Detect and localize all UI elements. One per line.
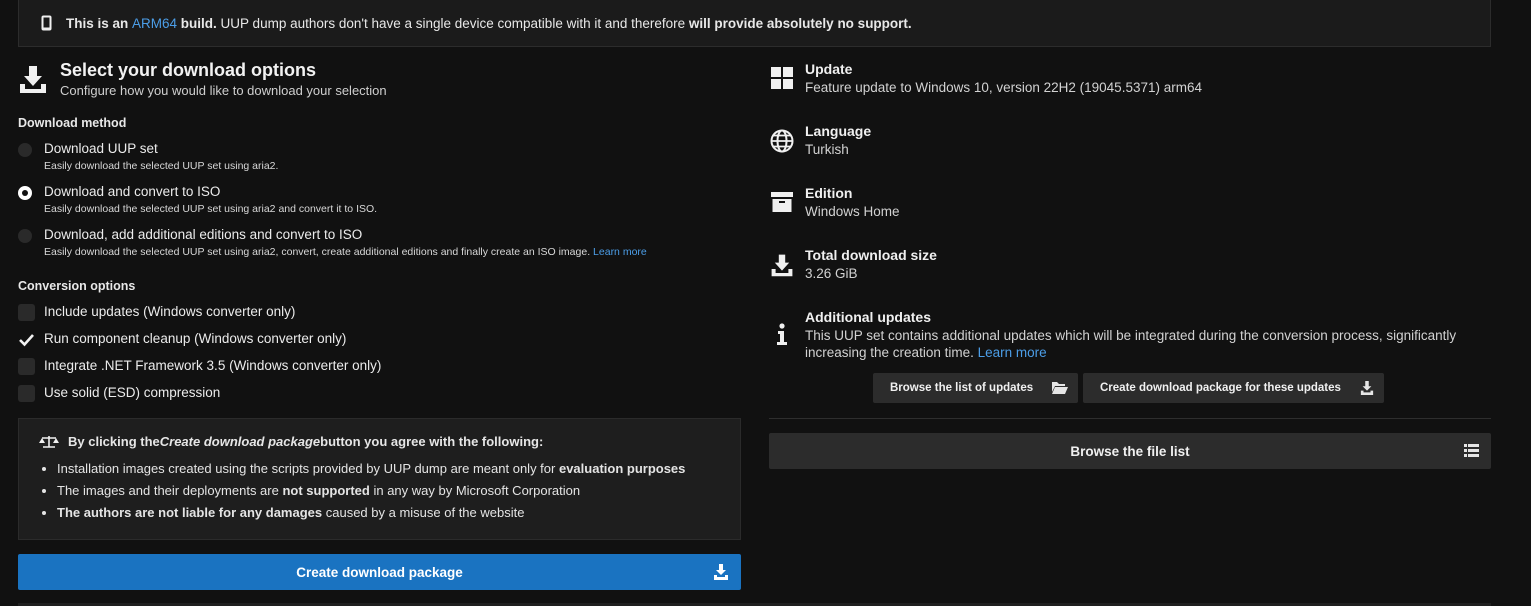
notice-list: Installation images created using the sc… — [39, 458, 685, 524]
learn-more-link[interactable]: Learn more — [978, 345, 1047, 360]
create-download-package-button[interactable]: Create download package — [18, 554, 741, 590]
options-title: Select your download options — [60, 60, 317, 80]
radio-button[interactable] — [18, 143, 32, 157]
globe-icon — [769, 129, 795, 153]
conversion-options-label: Conversion options — [18, 279, 136, 293]
archive-box-icon — [769, 191, 795, 213]
radio-button[interactable] — [18, 229, 32, 243]
folder-open-icon — [1052, 381, 1068, 397]
checkbox-checked[interactable] — [18, 331, 35, 348]
notice-heading: By clicking the Create download package … — [39, 434, 543, 449]
checkmark-icon — [19, 334, 34, 347]
phone-icon — [41, 15, 52, 31]
browse-updates-button[interactable]: Browse the list of updates — [873, 373, 1078, 403]
list-item: The authors are not liable for any damag… — [57, 502, 685, 524]
options-header: Select your download options Configure h… — [18, 60, 741, 98]
checkbox[interactable] — [18, 304, 35, 321]
checkbox[interactable] — [18, 358, 35, 375]
list-item: Installation images created using the sc… — [57, 458, 685, 480]
download-icon — [769, 253, 795, 277]
divider — [769, 418, 1491, 419]
banner-text: This is an ARM64 build. UUP dump authors… — [66, 15, 912, 31]
windows-icon — [769, 67, 795, 89]
browse-file-list-button[interactable]: Browse the file list — [769, 433, 1491, 469]
terms-notice: By clicking the Create download package … — [18, 418, 741, 540]
list-item: The images and their deployments are not… — [57, 480, 685, 502]
balance-scale-icon — [39, 435, 59, 449]
arm64-warning-banner: This is an ARM64 build. UUP dump authors… — [18, 0, 1491, 47]
radio-button-selected[interactable] — [18, 186, 32, 200]
list-icon — [1464, 444, 1479, 460]
learn-more-link[interactable]: Learn more — [593, 246, 647, 258]
download-icon — [713, 564, 729, 583]
create-updates-package-button[interactable]: Create download package for these update… — [1083, 373, 1384, 403]
download-icon — [18, 64, 50, 97]
download-method-label: Download method — [18, 116, 127, 130]
download-icon — [1360, 381, 1374, 398]
info-icon — [769, 323, 795, 345]
download-options-panel: Select your download options Configure h… — [18, 60, 741, 590]
options-subtitle: Configure how you would like to download… — [60, 83, 387, 98]
checkbox[interactable] — [18, 385, 35, 402]
